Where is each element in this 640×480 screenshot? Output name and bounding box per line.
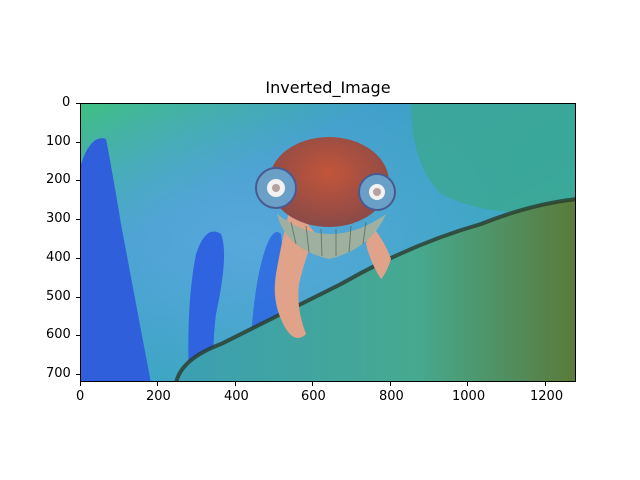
inverted-chameleon-image xyxy=(81,104,575,381)
y-tick-label: 300 xyxy=(46,211,71,226)
x-tick-label: 1000 xyxy=(452,389,486,404)
y-tick-label: 200 xyxy=(46,172,71,187)
x-tick-label: 0 xyxy=(76,389,85,404)
x-tick-label: 200 xyxy=(146,389,171,404)
x-tick-label: 1200 xyxy=(530,389,564,404)
y-tick-label: 700 xyxy=(46,366,71,381)
x-tick-label: 800 xyxy=(379,389,404,404)
x-tick-label: 400 xyxy=(224,389,249,404)
y-tick-label: 0 xyxy=(62,95,71,110)
x-tick-label: 600 xyxy=(301,389,326,404)
y-tick-label: 100 xyxy=(46,134,71,149)
image-axes xyxy=(80,103,576,382)
y-tick-label: 400 xyxy=(46,250,71,265)
plot-title: Inverted_Image xyxy=(265,78,391,97)
y-tick-label: 600 xyxy=(46,327,71,342)
y-tick-label: 500 xyxy=(46,289,71,304)
